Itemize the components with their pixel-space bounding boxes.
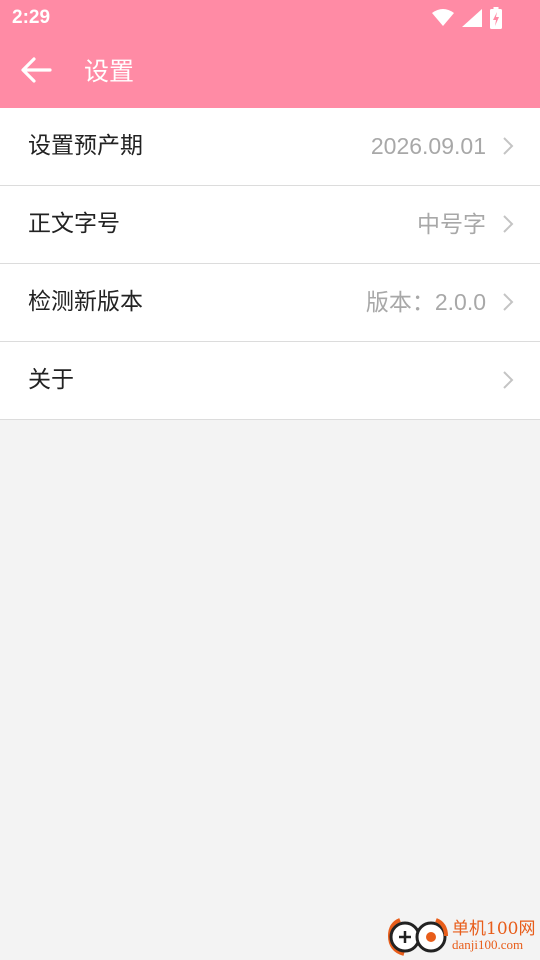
battery-charging-icon xyxy=(490,7,502,33)
chevron-right-icon xyxy=(502,292,514,312)
watermark-url: danji100.com xyxy=(452,937,524,952)
settings-item-check-update[interactable]: 检测新版本 版本：2.0.0 xyxy=(0,264,540,342)
settings-item-value: 2026.09.01 xyxy=(370,133,486,159)
app-bar: 设置 xyxy=(0,36,540,108)
settings-item-label: 关于 xyxy=(28,367,74,393)
status-bar: 2:29 xyxy=(0,0,540,36)
settings-item-value: 中号字 xyxy=(417,211,486,237)
back-button[interactable] xyxy=(16,52,56,92)
watermark: 单机100网 danji100.com xyxy=(386,914,536,958)
settings-item-label: 设置预产期 xyxy=(28,133,143,159)
arrow-left-icon xyxy=(20,56,52,88)
settings-item-value: 版本：2.0.0 xyxy=(365,289,486,315)
signal-icon xyxy=(462,9,482,31)
watermark-title: 单机100网 xyxy=(452,919,536,939)
wifi-icon xyxy=(432,9,454,31)
chevron-right-icon xyxy=(502,370,514,390)
settings-item-about[interactable]: 关于 xyxy=(0,342,540,420)
settings-item-label: 检测新版本 xyxy=(28,289,143,315)
page-title: 设置 xyxy=(84,57,135,86)
chevron-right-icon xyxy=(502,136,514,156)
settings-list: 设置预产期 2026.09.01 正文字号 中号字 检测新版本 版本：2.0.0… xyxy=(0,108,540,420)
settings-item-font-size[interactable]: 正文字号 中号字 xyxy=(0,186,540,264)
status-icons xyxy=(432,7,502,33)
chevron-right-icon xyxy=(502,214,514,234)
status-time: 2:29 xyxy=(12,7,51,28)
settings-item-due-date[interactable]: 设置预产期 2026.09.01 xyxy=(0,108,540,186)
settings-item-label: 正文字号 xyxy=(28,211,120,237)
